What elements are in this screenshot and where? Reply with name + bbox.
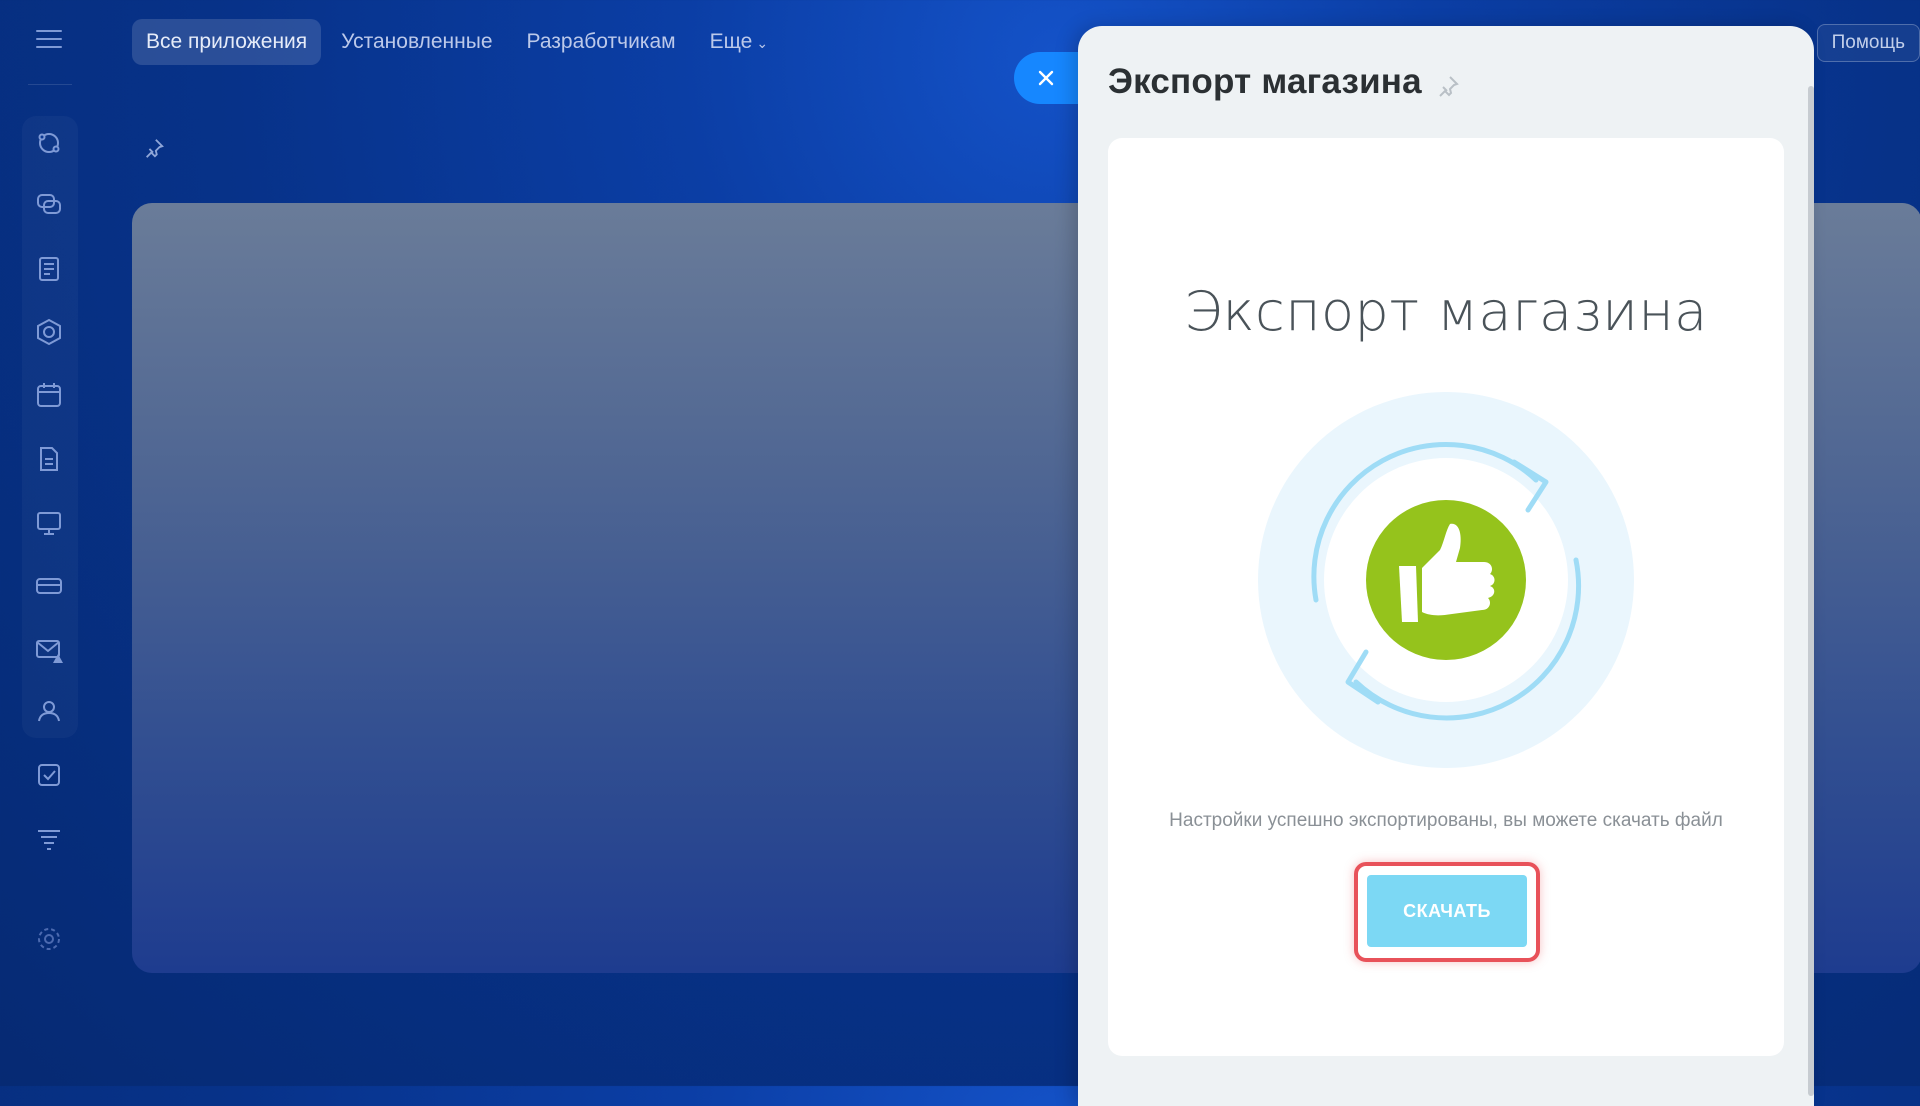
tab-developers[interactable]: Разработчикам — [513, 19, 690, 65]
settings-icon[interactable] — [34, 924, 64, 954]
tab-all-apps[interactable]: Все приложения — [132, 19, 322, 65]
hexagon-icon[interactable] — [34, 317, 64, 347]
footer-link — [146, 1018, 152, 1041]
export-success-illustration — [1256, 390, 1636, 770]
pin-icon[interactable] — [1436, 74, 1460, 98]
status-message: Настройки успешно экспортированы, вы мож… — [1169, 810, 1723, 831]
help-button[interactable]: Помощь — [1816, 24, 1920, 62]
menu-icon[interactable] — [36, 30, 62, 50]
filter-icon[interactable] — [34, 824, 64, 854]
document-icon[interactable] — [34, 444, 64, 474]
export-slider-panel: Экспорт магазина Экспорт магазина Настро… — [1078, 26, 1814, 1106]
sidebar-divider — [28, 84, 72, 85]
download-button[interactable]: СКАЧАТЬ — [1367, 875, 1527, 947]
tab-installed[interactable]: Установленные — [327, 19, 506, 65]
left-sidebar — [0, 0, 100, 1086]
chat-icon[interactable] — [34, 190, 64, 220]
calendar-icon[interactable] — [34, 380, 64, 410]
tab-more-label: Еще — [709, 30, 753, 53]
export-heading: Экспорт магазина — [1184, 280, 1708, 343]
feed-icon[interactable] — [34, 254, 64, 284]
close-icon — [1038, 70, 1054, 86]
tab-more[interactable]: Еще ⌄ — [696, 19, 782, 65]
export-content-card: Экспорт магазина Настройки успешно экспо… — [1108, 138, 1784, 1056]
mail-icon[interactable] — [34, 634, 64, 664]
footer — [146, 1018, 152, 1041]
slider-title: Экспорт магазина — [1108, 62, 1422, 101]
scrollbar[interactable] — [1808, 86, 1814, 1096]
inventory-icon[interactable] — [34, 570, 64, 600]
chevron-down-icon: ⌄ — [756, 35, 769, 51]
contacts-icon[interactable] — [34, 696, 64, 726]
pin-icon[interactable] — [143, 137, 165, 159]
crm-icon[interactable] — [34, 128, 64, 158]
presentation-icon[interactable] — [34, 508, 64, 538]
top-navigation: Все приложения Установленные Разработчик… — [132, 18, 782, 66]
tasks-icon[interactable] — [34, 760, 64, 790]
